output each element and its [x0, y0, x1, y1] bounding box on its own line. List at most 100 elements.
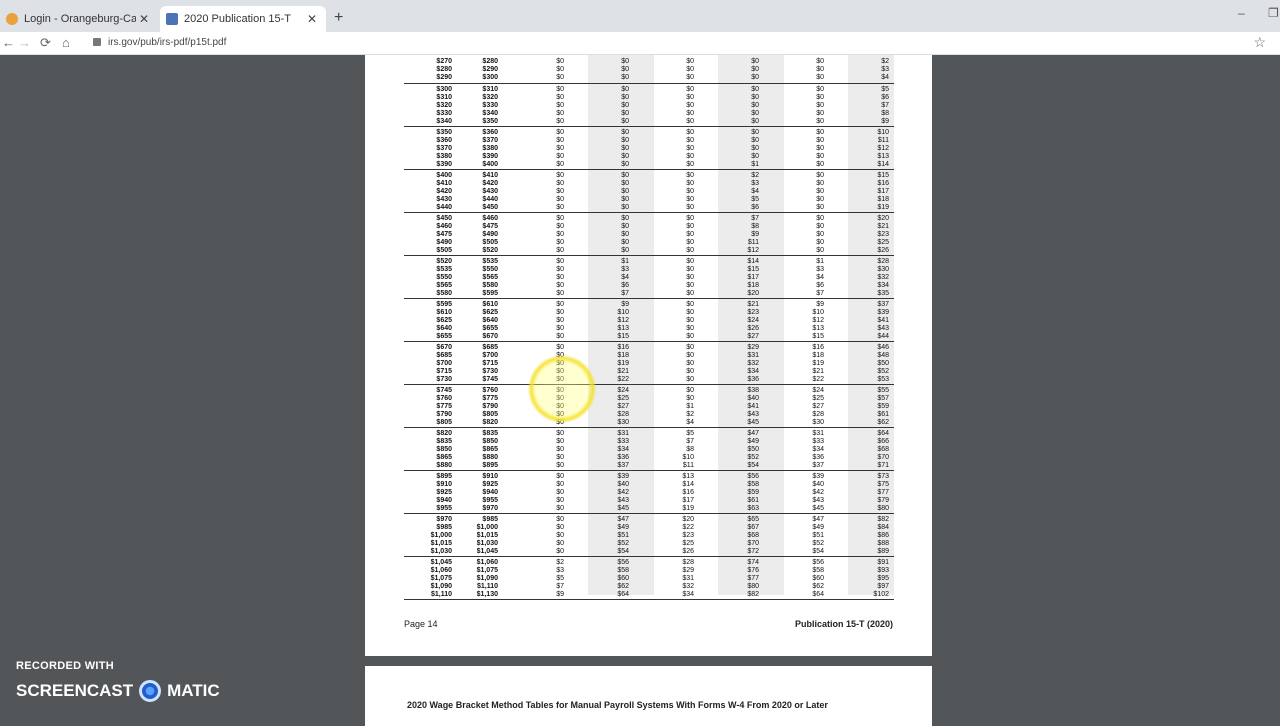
withholding-cell: $0 — [556, 445, 564, 453]
wage-range-cell: $535 — [482, 258, 498, 265]
back-arrow-icon[interactable]: ← — [2, 35, 15, 50]
screencast-watermark: RECORDED WITH SCREENCAST MATIC — [16, 660, 220, 702]
wage-range-cell: $1,000 — [430, 531, 452, 539]
withholding-cell: $59 — [877, 402, 889, 410]
table-row: $880 $895 $0 $37 $11 $54 $37 $71 — [404, 462, 894, 470]
withholding-cell: $43 — [747, 410, 759, 418]
withholding-cell: $0 — [556, 222, 564, 230]
withholding-cell: $6 — [621, 281, 629, 289]
withholding-cell: $11 — [682, 461, 694, 469]
withholding-cell: $0 — [686, 238, 694, 246]
wage-range-cell: $420 — [436, 187, 452, 195]
withholding-cell: $25 — [617, 394, 629, 402]
withholding-cell: $4 — [816, 273, 824, 281]
withholding-cell: $3 — [751, 179, 759, 187]
withholding-cell: $0 — [686, 58, 694, 65]
withholding-cell: $31 — [617, 430, 629, 437]
wage-range-cell: $475 — [482, 222, 498, 230]
tab-login[interactable]: Login - Orangeburg-Calhoun Te ✕ — [0, 6, 158, 32]
withholding-cell: $0 — [556, 453, 564, 461]
next-pdf-page: 2020 Wage Bracket Method Tables for Manu… — [365, 666, 932, 726]
withholding-cell: $22 — [812, 375, 824, 383]
wage-range-cell: $520 — [482, 246, 498, 254]
bookmark-star-icon[interactable]: ☆ — [1253, 34, 1266, 51]
wage-range-cell: $270 — [436, 58, 452, 65]
wage-range-cell: $685 — [436, 351, 452, 359]
wage-range-cell: $1,090 — [476, 574, 498, 582]
wage-range-cell: $290 — [436, 73, 452, 81]
forward-arrow-icon[interactable]: → — [18, 35, 31, 50]
table-row: $565 $580 $0 $6 $0 $18 $6 $34 — [404, 282, 894, 290]
wage-range-cell: $1,110 — [476, 582, 498, 590]
wage-range-cell: $460 — [436, 222, 452, 230]
wage-range-cell: $330 — [482, 101, 498, 109]
withholding-cell: $79 — [877, 496, 889, 504]
cursor-highlight-icon — [528, 355, 596, 423]
wage-range-cell: $440 — [436, 203, 452, 211]
wage-range-cell: $310 — [482, 86, 498, 93]
home-icon[interactable]: ⌂ — [62, 35, 70, 50]
wage-range-cell: $955 — [436, 504, 452, 512]
withholding-cell: $26 — [747, 324, 759, 332]
url-field[interactable]: irs.gov/pub/irs-pdf/p15t.pdf — [108, 37, 226, 48]
withholding-cell: $7 — [556, 582, 564, 590]
wage-range-cell: $440 — [482, 195, 498, 203]
withholding-cell: $10 — [877, 129, 889, 136]
bracket-group: $1,045 $1,060 $2 $56 $28 $74 $56 $91 $1,060 $1,07… — [404, 557, 894, 600]
withholding-cell: $32 — [747, 359, 759, 367]
table-row: $625 $640 $0 $12 $0 $24 $12 $41 — [404, 317, 894, 325]
withholding-cell: $0 — [816, 144, 824, 152]
withholding-cell: $0 — [556, 152, 564, 160]
withholding-cell: $97 — [877, 582, 889, 590]
close-tab-icon[interactable]: ✕ — [304, 12, 320, 26]
withholding-cell: $0 — [816, 172, 824, 179]
withholding-cell: $0 — [556, 160, 564, 168]
withholding-cell: $17 — [682, 496, 694, 504]
wage-range-cell: $410 — [436, 179, 452, 187]
table-row: $760$775$0$25$0$40$25$57 — [404, 395, 894, 403]
wage-range-cell: $655 — [482, 324, 498, 332]
close-tab-icon[interactable]: ✕ — [136, 12, 152, 26]
tab-publication[interactable]: 2020 Publication 15-T ✕ — [160, 6, 326, 32]
withholding-cell: $0 — [556, 172, 564, 179]
maximize-icon[interactable]: ❐ — [1268, 6, 1279, 20]
reload-icon[interactable]: ⟳ — [40, 35, 51, 51]
wage-range-cell: $955 — [482, 496, 498, 504]
minimize-icon[interactable]: – — [1238, 6, 1245, 20]
withholding-cell: $2 — [751, 172, 759, 179]
withholding-cell: $0 — [556, 488, 564, 496]
wage-range-cell: $895 — [436, 473, 452, 480]
wage-range-cell: $775 — [482, 394, 498, 402]
withholding-cell: $19 — [812, 359, 824, 367]
withholding-cell: $36 — [617, 453, 629, 461]
wage-range-cell: $1,075 — [430, 574, 452, 582]
withholding-cell: $49 — [812, 523, 824, 531]
table-row: $1,030 $1,045 $0 $54 $26 $72 $54 $89 — [404, 548, 894, 556]
withholding-cell: $0 — [686, 160, 694, 168]
withholding-cell: $0 — [816, 203, 824, 211]
withholding-cell: $32 — [877, 273, 889, 281]
withholding-cell: $0 — [556, 496, 564, 504]
withholding-cell: $0 — [816, 222, 824, 230]
withholding-cell: $46 — [877, 344, 889, 351]
withholding-cell: $0 — [816, 246, 824, 254]
withholding-cell: $13 — [682, 473, 694, 480]
withholding-cell: $0 — [621, 101, 629, 109]
new-tab-plus-icon[interactable]: + — [334, 9, 343, 27]
withholding-cell: $7 — [881, 101, 889, 109]
withholding-cell: $36 — [747, 375, 759, 383]
wage-range-cell: $505 — [482, 238, 498, 246]
withholding-cell: $25 — [812, 394, 824, 402]
withholding-cell: $17 — [747, 273, 759, 281]
wage-range-cell: $475 — [436, 230, 452, 238]
withholding-cell: $58 — [747, 480, 759, 488]
wage-range-cell: $550 — [436, 273, 452, 281]
withholding-cell: $28 — [617, 410, 629, 418]
withholding-cell: $0 — [751, 93, 759, 101]
withholding-cell: $24 — [812, 387, 824, 394]
withholding-cell: $39 — [617, 473, 629, 480]
table-row: $370 $380 $0 $0 $0 $0 $0 $12 — [404, 145, 894, 153]
withholding-cell: $0 — [686, 316, 694, 324]
wage-range-cell: $1,110 — [430, 590, 452, 598]
table-row: $865 $880 $0 $36 $10 $52 $36 $70 — [404, 454, 894, 462]
